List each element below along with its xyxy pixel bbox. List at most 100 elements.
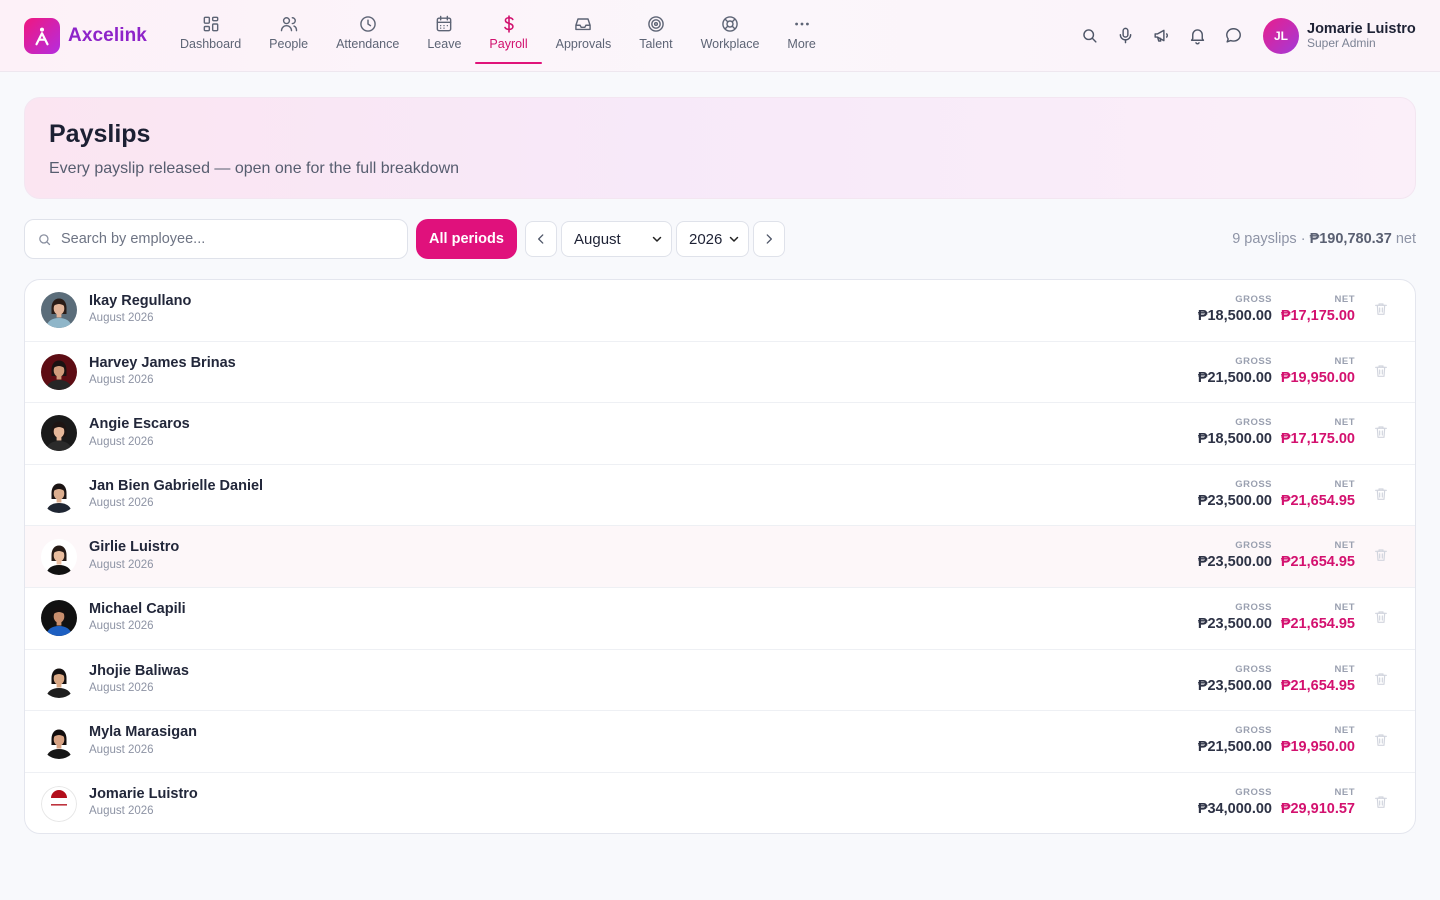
avatar: JL — [1263, 18, 1299, 54]
net-amount: ₱19,950.00 — [1280, 739, 1355, 756]
trash-icon[interactable] — [1373, 301, 1391, 319]
trash-icon[interactable] — [1373, 609, 1391, 627]
nav-payroll[interactable]: Payroll — [475, 0, 542, 64]
gross-label: GROSS — [1235, 478, 1272, 490]
summary-net-suffix: net — [1391, 231, 1416, 247]
trash-icon[interactable] — [1373, 794, 1391, 812]
user-name: Jomarie Luistro — [1307, 20, 1416, 37]
chevron-left-icon — [538, 234, 544, 244]
trash-icon[interactable] — [1373, 732, 1391, 750]
net-label: NET — [1334, 725, 1355, 737]
nav-label: Approvals — [555, 36, 612, 51]
table-row[interactable]: Girlie Luistro August 2026 GROSS ₱23,500.00… — [25, 526, 1415, 588]
table-row[interactable]: Jomarie Luistro August 2026 GROSS ₱34,000.0… — [25, 773, 1415, 833]
table-row[interactable]: Angie Escaros August 2026 GROSS ₱18,500.00 N… — [25, 403, 1415, 465]
nav-workplace[interactable]: Workplace — [687, 0, 774, 64]
microphone-icon[interactable] — [1114, 24, 1136, 46]
top-navbar: Axcelink Dashboard People Attendance Lea… — [0, 0, 1440, 72]
net-amount: ₱17,175.00 — [1280, 308, 1355, 324]
net-amount: ₱21,654.95 — [1280, 615, 1355, 632]
table-row[interactable]: Jhojie Baliwas August 2026 GROSS ₱23,500.00… — [25, 650, 1415, 712]
month-select[interactable]: August — [561, 221, 672, 257]
avatar — [41, 353, 77, 390]
target-icon — [648, 15, 664, 32]
trash-icon[interactable] — [1373, 671, 1391, 689]
more-icon — [794, 22, 809, 25]
avatar — [41, 538, 77, 575]
nav-leave[interactable]: Leave — [413, 0, 475, 64]
users-icon — [280, 16, 297, 31]
gross-amount: ₱23,500.00 — [1197, 615, 1272, 632]
net-label: NET — [1334, 417, 1355, 429]
nav-approvals[interactable]: Approvals — [542, 0, 626, 64]
table-row[interactable]: Myla Marasigan August 2026 GROSS ₱21,500.00… — [25, 711, 1415, 773]
table-row[interactable]: Ikay Regullano August 2026 GROSS ₱18,500.00… — [25, 280, 1415, 342]
clock-icon — [359, 15, 376, 32]
nav-more[interactable]: More — [773, 0, 829, 64]
chat-icon[interactable] — [1222, 24, 1244, 46]
net-amount: ₱21,654.95 — [1280, 554, 1355, 571]
gross-amount: ₱23,500.00 — [1197, 492, 1272, 509]
top-actions — [1078, 24, 1244, 46]
nav-attendance[interactable]: Attendance — [322, 0, 413, 64]
payslip-period: August 2026 — [89, 312, 154, 325]
trash-icon[interactable] — [1373, 547, 1391, 565]
month-select-value: August — [574, 230, 621, 248]
page-subtitle: Every payslip released — open one for th… — [49, 160, 460, 177]
nav-label: Talent — [639, 36, 673, 51]
payslip-period: August 2026 — [89, 558, 154, 571]
avatar — [41, 292, 77, 329]
next-period-button[interactable] — [753, 221, 785, 257]
employee-name: Jhojie Baliwas — [89, 662, 189, 679]
summary-net-amount: ₱190,780.37 — [1309, 231, 1392, 247]
trash-icon[interactable] — [1373, 424, 1391, 442]
net-label: NET — [1334, 478, 1355, 490]
employee-name: Harvey James Brinas — [89, 354, 236, 371]
gross-label: GROSS — [1235, 355, 1272, 367]
user-role: Super Admin — [1307, 36, 1376, 51]
summary-count: 9 payslips · — [1232, 231, 1310, 247]
net-label: NET — [1334, 355, 1355, 367]
nav-label: People — [269, 36, 309, 51]
trash-icon[interactable] — [1373, 486, 1391, 504]
table-row[interactable]: Harvey James Brinas August 2026 GROSS ₱21,5… — [25, 342, 1415, 404]
avatar — [41, 415, 77, 452]
all-periods-button[interactable]: All periods — [416, 219, 517, 259]
search-input[interactable] — [61, 231, 381, 247]
user-menu[interactable]: JL Jomarie Luistro Super Admin — [1263, 18, 1416, 54]
page-title: Payslips — [49, 120, 151, 148]
gross-label: GROSS — [1235, 540, 1272, 552]
grid-icon — [203, 16, 218, 31]
main-nav: Dashboard People Attendance Leave Payrol… — [166, 0, 830, 72]
gross-label: GROSS — [1235, 601, 1272, 613]
gross-label: GROSS — [1235, 417, 1272, 429]
gross-label: GROSS — [1235, 725, 1272, 737]
nav-dashboard[interactable]: Dashboard — [166, 0, 255, 64]
search-icon[interactable] — [1078, 24, 1100, 46]
trash-icon[interactable] — [1373, 363, 1391, 381]
page-header: Payslips Every payslip released — open o… — [24, 97, 1416, 199]
gross-amount: ₱18,500.00 — [1197, 431, 1272, 448]
nav-people[interactable]: People — [255, 0, 322, 64]
avatar — [41, 477, 77, 514]
previous-period-button[interactable] — [525, 221, 557, 257]
gross-amount: ₱23,500.00 — [1197, 554, 1272, 571]
table-row[interactable]: Michael Capili August 2026 GROSS ₱23,500.00… — [25, 588, 1415, 650]
gross-amount: ₱23,500.00 — [1197, 677, 1272, 694]
net-label: NET — [1334, 294, 1355, 305]
table-row[interactable]: Jan Bien Gabrielle Daniel August 2026 GROS… — [25, 465, 1415, 527]
net-label: NET — [1334, 601, 1355, 613]
calendar-icon — [437, 15, 452, 31]
megaphone-icon[interactable] — [1150, 24, 1172, 46]
employee-name: Jan Bien Gabrielle Daniel — [89, 477, 264, 494]
bell-icon[interactable] — [1186, 24, 1208, 46]
inbox-icon — [575, 17, 592, 30]
year-select[interactable]: 2026 — [676, 221, 749, 257]
nav-talent[interactable]: Talent — [625, 0, 686, 64]
net-amount: ₱17,175.00 — [1280, 431, 1355, 448]
nav-label: Payroll — [489, 36, 528, 51]
gross-amount: ₱21,500.00 — [1197, 739, 1272, 756]
avatar — [41, 785, 77, 822]
brand[interactable]: Axcelink — [24, 18, 147, 54]
filter-bar: All periods August 2026 9 payslips · ₱19… — [24, 219, 1416, 259]
